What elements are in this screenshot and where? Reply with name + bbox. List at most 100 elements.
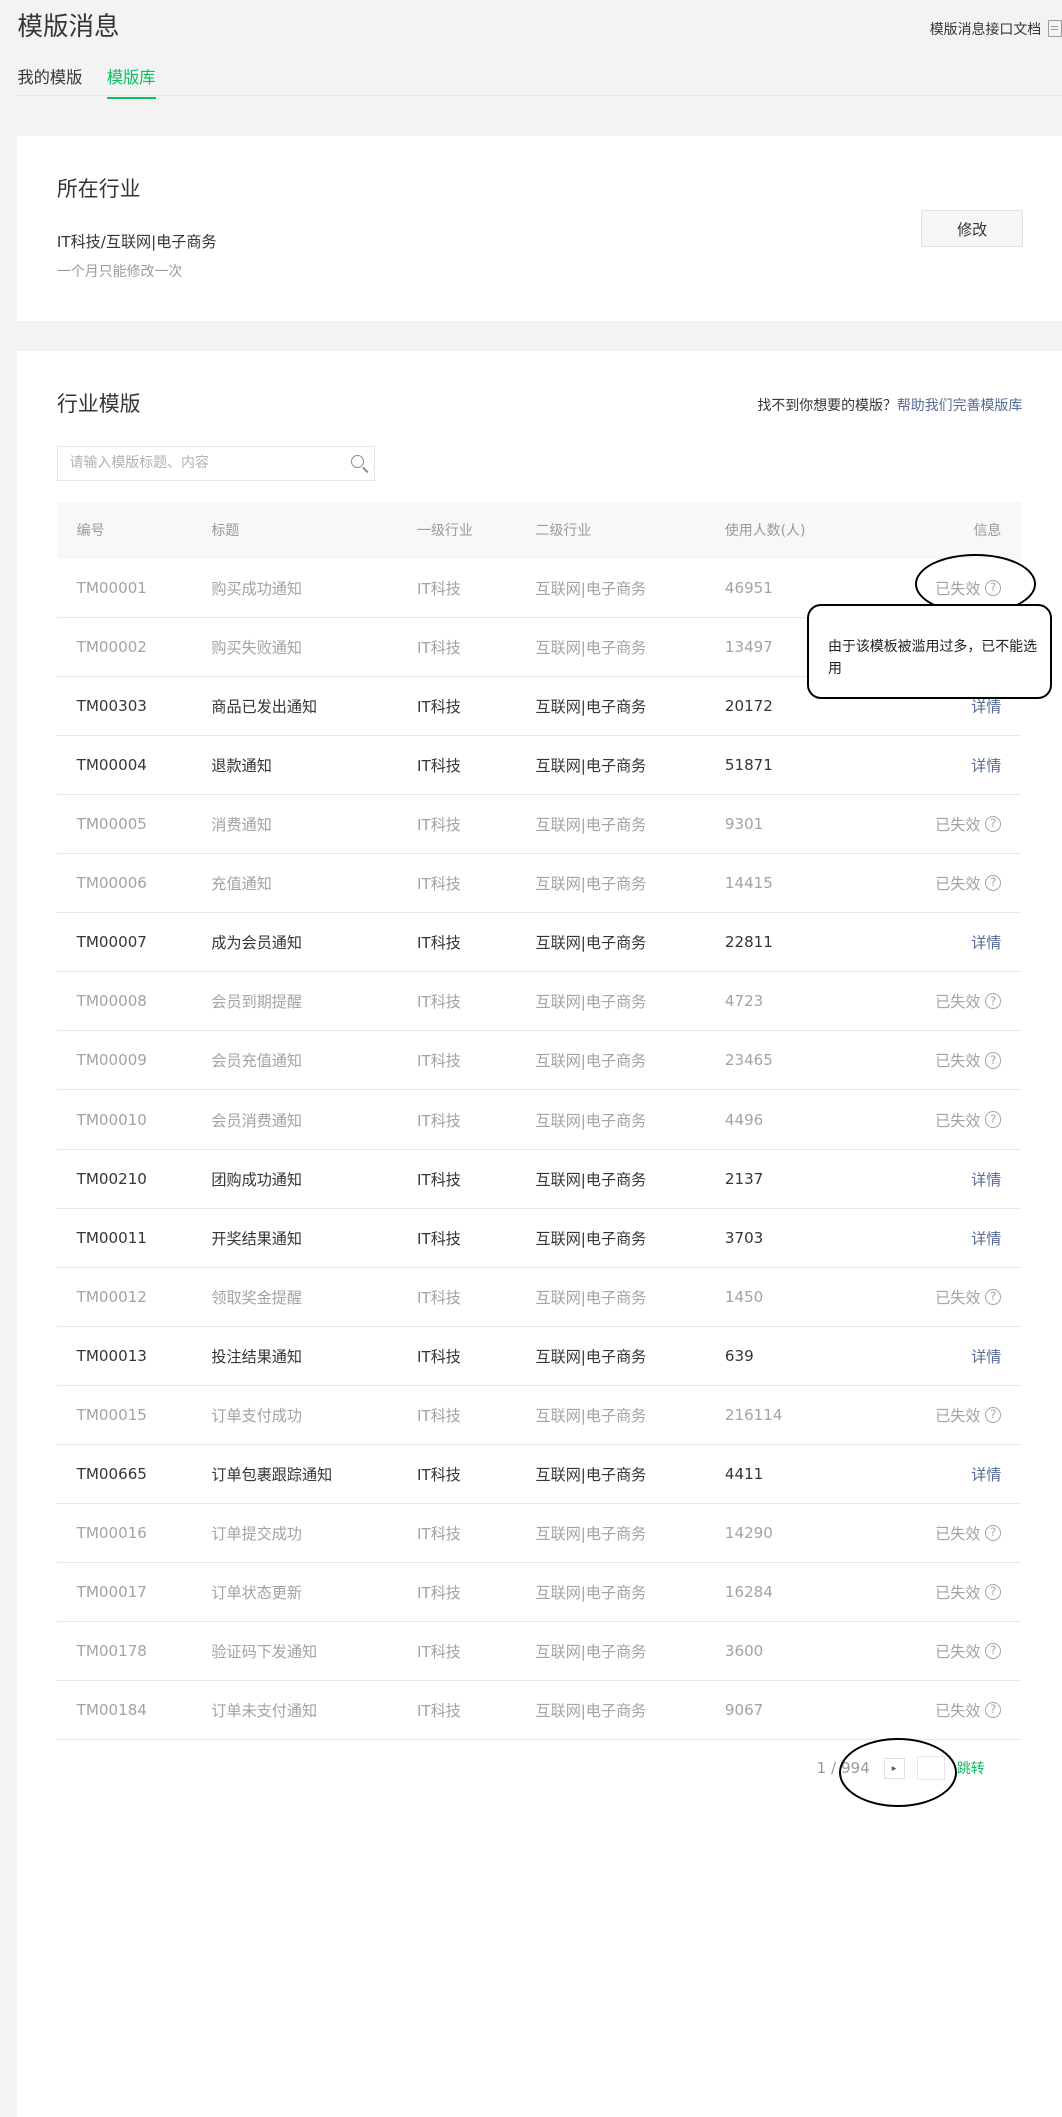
template-level1-industry: IT科技 (417, 1170, 461, 1189)
template-level1-industry: IT科技 (417, 1525, 461, 1544)
detail-link[interactable]: 详情 (971, 931, 1001, 953)
template-user-count: 4723 (724, 992, 764, 1011)
jump-button[interactable]: 跳转 (957, 1758, 985, 1778)
help-question-icon[interactable]: ? (985, 875, 1002, 892)
template-title: 订单提交成功 (211, 1525, 302, 1544)
modify-industry-button[interactable]: 修改 (921, 210, 1024, 248)
table-row: TM00178 验证码下发通知 IT科技 互联网|电子商务 3600 已失效? (56, 1622, 1022, 1682)
template-level2-industry: 互联网|电子商务 (535, 638, 647, 657)
template-info: 已失效? (935, 1049, 1002, 1071)
template-title: 购买成功通知 (211, 579, 302, 598)
template-level1-industry: IT科技 (417, 1229, 461, 1248)
template-title: 商品已发出通知 (211, 697, 318, 716)
template-id: TM00001 (76, 578, 147, 597)
help-question-icon[interactable]: ? (985, 579, 1002, 596)
industry-title: 所在行业 (56, 177, 141, 202)
column-header-level1: 一级行业 (417, 523, 473, 540)
template-id: TM00009 (76, 1051, 147, 1070)
template-level2-industry: 互联网|电子商务 (535, 1288, 647, 1307)
table-row: TM00006 充值通知 IT科技 互联网|电子商务 14415 已失效? (56, 854, 1022, 914)
help-question-icon[interactable]: ? (985, 815, 1002, 833)
template-id: TM00210 (76, 1169, 147, 1188)
template-level2-industry: 互联网|电子商务 (535, 816, 647, 835)
template-level2-industry: 互联网|电子商务 (535, 1229, 647, 1248)
template-id: TM00178 (76, 1642, 147, 1661)
template-title: 会员消费通知 (211, 1111, 302, 1130)
help-question-icon[interactable]: ? (985, 1288, 1002, 1305)
table-row: TM00017 订单状态更新 IT科技 互联网|电子商务 16284 已失效? (56, 1563, 1022, 1623)
table-row: TM00210 团购成功通知 IT科技 互联网|电子商务 2137 详情 (56, 1150, 1022, 1209)
table-body: TM00001 购买成功通知 IT科技 互联网|电子商务 46951 已失效? TM0000… (56, 559, 1022, 1741)
template-info: 已失效? (935, 577, 1002, 599)
template-title: 订单状态更新 (211, 1584, 302, 1603)
template-user-count: 1450 (724, 1287, 764, 1306)
template-level2-industry: 互联网|电子商务 (535, 1584, 647, 1603)
template-level2-industry: 互联网|电子商务 (535, 934, 647, 953)
help-question-icon[interactable]: ? (985, 1406, 1002, 1424)
template-level1-industry: IT科技 (417, 638, 461, 657)
template-level1-industry: IT科技 (417, 1111, 461, 1130)
tab-divider (17, 95, 1062, 97)
detail-link[interactable]: 详情 (971, 1345, 1001, 1367)
column-header-title: 标题 (211, 523, 240, 540)
template-user-count: 2137 (724, 1169, 764, 1188)
template-level2-industry: 互联网|电子商务 (535, 1111, 647, 1130)
help-question-icon[interactable]: ? (985, 1524, 1002, 1542)
page-title: 模版消息 (17, 11, 120, 42)
template-level1-industry: IT科技 (417, 1643, 461, 1662)
tab-template-library[interactable]: 模版库 (106, 64, 156, 100)
template-info: 已失效? (935, 1109, 1002, 1131)
help-question-icon[interactable]: ? (985, 1643, 1002, 1660)
next-page-button[interactable]: ▸ (883, 1757, 905, 1779)
detail-link[interactable]: 详情 (971, 1227, 1001, 1249)
search-input[interactable] (57, 447, 349, 480)
template-info: 已失效? (935, 1699, 1002, 1721)
help-question-icon[interactable]: ? (985, 1584, 1002, 1601)
invalid-status: 已失效 (935, 1288, 981, 1307)
api-doc-link-label[interactable]: 模版消息接口文档 (930, 19, 1042, 39)
detail-link[interactable]: 详情 (971, 754, 1001, 776)
template-info: 详情 (971, 1345, 1001, 1367)
invalid-status: 已失效 (935, 1052, 981, 1071)
help-question-icon[interactable]: ? (985, 1111, 1002, 1128)
table-row: TM00013 投注结果通知 IT科技 互联网|电子商务 639 详情 (56, 1327, 1022, 1386)
help-question-icon[interactable]: ? (985, 1052, 1002, 1069)
help-text: 找不到你想要的模版？ (757, 397, 897, 414)
invalid-status: 已失效 (935, 1406, 981, 1425)
template-id: TM00010 (76, 1110, 147, 1129)
template-user-count: 4496 (724, 1110, 764, 1129)
template-user-count: 16284 (724, 1583, 773, 1602)
help-question-icon[interactable]: ? (985, 1702, 1002, 1719)
template-level2-industry: 互联网|电子商务 (535, 1525, 647, 1544)
api-doc-link[interactable]: 模版消息接口文档 (930, 19, 1062, 39)
template-title: 团购成功通知 (211, 1170, 302, 1189)
template-info: 已失效? (935, 872, 1002, 894)
template-title: 消费通知 (211, 816, 272, 835)
help-question-icon[interactable]: ? (985, 993, 1002, 1010)
table-header: 编号 标题 一级行业 二级行业 使用人数(人) 信息 (56, 501, 1022, 559)
search-icon[interactable] (350, 455, 364, 468)
template-id: TM00006 (76, 874, 147, 893)
template-user-count: 46951 (724, 578, 773, 597)
column-header-id: 编号 (76, 523, 105, 540)
column-header-users: 使用人数(人) (724, 523, 806, 540)
template-level1-industry: IT科技 (417, 1052, 461, 1071)
improve-library-link[interactable]: 帮助我们完善模版库 (897, 398, 1022, 414)
page-indicator: 1 / 994 (816, 1759, 870, 1778)
tab-bar: 我的模版 模版库 (17, 64, 156, 100)
invalid-status: 已失效 (935, 816, 981, 835)
template-level1-industry: IT科技 (417, 993, 461, 1012)
template-title: 验证码下发通知 (211, 1643, 318, 1662)
template-id: TM00016 (76, 1524, 147, 1543)
template-id: TM00015 (76, 1405, 147, 1424)
tab-my-templates[interactable]: 我的模版 (17, 64, 82, 99)
template-user-count: 639 (724, 1346, 754, 1365)
table-row: TM00016 订单提交成功 IT科技 互联网|电子商务 14290 已失效? (56, 1504, 1022, 1564)
document-icon[interactable] (1048, 20, 1062, 38)
invalid-status: 已失效 (935, 875, 981, 894)
detail-link[interactable]: 详情 (971, 1168, 1001, 1190)
page-number-input[interactable] (917, 1756, 946, 1780)
template-id: TM00303 (76, 696, 147, 715)
detail-link[interactable]: 详情 (971, 1463, 1001, 1485)
template-user-count: 51871 (724, 756, 773, 775)
